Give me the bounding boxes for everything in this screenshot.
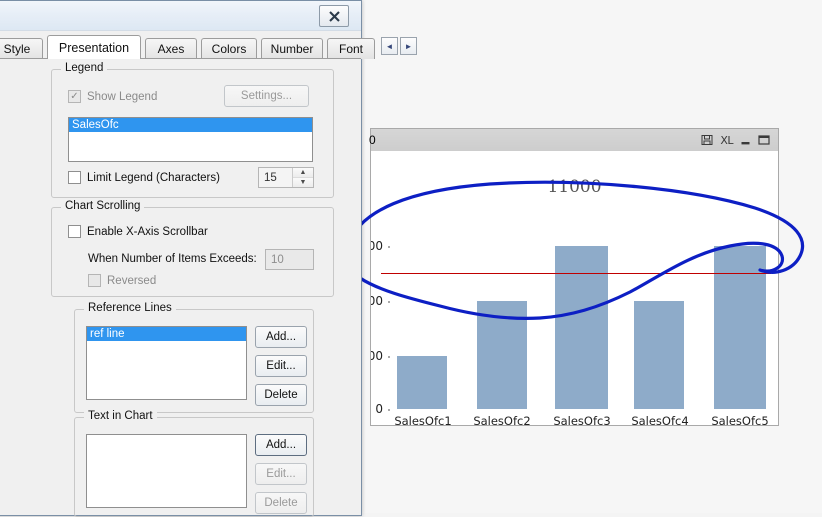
bar-salesofc3[interactable]: [555, 246, 608, 409]
tab-label: Style: [3, 42, 31, 56]
enable-x-axis-scrollbar-label: Enable X-Axis Scrollbar: [87, 225, 208, 238]
y-axis-tick-label: 00: [371, 349, 383, 363]
bar-salesofc1[interactable]: [397, 356, 447, 409]
text-in-chart-group-title: Text in Chart: [84, 410, 157, 422]
tab-label: Number: [270, 42, 314, 56]
button-label: Edit...: [266, 360, 296, 372]
button-label: Delete: [264, 497, 298, 509]
chart-properties-dialog: Sort Style Presentation Axes Colors Numb…: [0, 0, 417, 517]
checkbox-box: ✓: [68, 90, 81, 103]
tab-label: Font: [338, 42, 363, 56]
chart-window-titlebar[interactable]: 0 XL: [369, 129, 778, 152]
button-label: Add...: [265, 439, 297, 451]
reference-lines-listbox[interactable]: ref line: [86, 326, 247, 400]
tab-label: Colors: [211, 42, 247, 56]
text-in-chart-listbox[interactable]: [86, 434, 247, 508]
legend-group-title: Legend: [61, 62, 108, 74]
x-axis-tick-label: SalesOfc3: [553, 414, 611, 425]
limit-legend-checkbox[interactable]: Limit Legend (Characters): [68, 171, 220, 184]
list-item[interactable]: ref line: [87, 327, 246, 341]
presentation-tab-page: Legend ✓ Show Legend Settings... SalesOf…: [0, 58, 361, 517]
y-axis-tick-label: 00: [371, 294, 383, 308]
reference-lines-edit-button[interactable]: Edit...: [255, 355, 307, 377]
limit-legend-spinner[interactable]: 15 ▲ ▼: [258, 167, 314, 188]
chart-title: 11000: [547, 177, 602, 197]
show-legend-label: Show Legend: [87, 90, 158, 103]
text-in-chart-delete-button[interactable]: Delete: [255, 492, 307, 514]
x-axis-tick-label: SalesOfc5: [711, 414, 769, 425]
legend-listbox[interactable]: SalesOfc: [68, 117, 313, 162]
bar-salesofc2[interactable]: [477, 301, 527, 409]
button-label: Edit...: [266, 468, 296, 480]
checkbox-box: [88, 274, 101, 287]
y-axis-tick-mark: [388, 409, 390, 411]
limit-legend-value[interactable]: 15: [259, 168, 292, 187]
x-axis-tick-label: SalesOfc1: [394, 414, 452, 425]
reference-lines-group-title: Reference Lines: [84, 302, 176, 314]
button-label: Delete: [264, 389, 298, 401]
text-in-chart-add-button[interactable]: Add...: [255, 434, 307, 456]
legend-settings-label: Settings...: [240, 90, 293, 102]
list-item[interactable]: SalesOfc: [69, 118, 312, 132]
bar-salesofc5[interactable]: [714, 246, 766, 409]
x-axis-tick-label: SalesOfc4: [631, 414, 689, 425]
chart-plot-area: 11000 00 00 00 0 SalesOfc1 SalesOfc2 Sal…: [371, 151, 778, 425]
tab-presentation[interactable]: Presentation: [47, 35, 141, 59]
chart-scrolling-group: Chart Scrolling Enable X-Axis Scrollbar …: [51, 200, 334, 297]
tab-colors[interactable]: Colors: [201, 38, 257, 59]
chart-window-titlebar-buttons: XL: [701, 134, 778, 146]
reference-lines-group: Reference Lines ref line Add... Edit... …: [74, 302, 314, 413]
chart-scrolling-group-title: Chart Scrolling: [61, 200, 145, 212]
chart-window-title: 0: [369, 133, 376, 147]
y-axis-tick-label: 0: [375, 402, 383, 416]
y-axis-tick-mark: [388, 301, 390, 303]
dialog-titlebar[interactable]: [0, 1, 361, 31]
checkbox-box: [68, 171, 81, 184]
items-exceeds-input[interactable]: 10: [265, 249, 314, 270]
save-icon[interactable]: [701, 134, 713, 146]
tab-axes[interactable]: Axes: [145, 38, 197, 59]
spinner-down-icon[interactable]: ▼: [293, 178, 313, 187]
maximize-icon[interactable]: [758, 134, 770, 146]
bar-salesofc4[interactable]: [634, 301, 684, 409]
text-in-chart-edit-button[interactable]: Edit...: [255, 463, 307, 485]
tab-strip: Sort Style Presentation Axes Colors Numb…: [0, 35, 417, 59]
tab-label: Axes: [157, 42, 185, 56]
tab-number[interactable]: Number: [261, 38, 323, 59]
reference-lines-add-button[interactable]: Add...: [255, 326, 307, 348]
show-legend-checkbox[interactable]: ✓ Show Legend: [68, 90, 157, 103]
y-axis-tick-label: 00: [371, 239, 383, 253]
spinner-up-icon[interactable]: ▲: [293, 168, 313, 178]
legend-settings-button[interactable]: Settings...: [224, 85, 309, 107]
enable-x-axis-scrollbar-checkbox[interactable]: Enable X-Axis Scrollbar: [68, 225, 208, 238]
close-button[interactable]: [319, 5, 349, 27]
tab-scroll-left-button[interactable]: ◄: [381, 37, 398, 55]
export-excel-icon[interactable]: XL: [720, 135, 733, 146]
chevron-right-icon: ►: [404, 41, 413, 51]
spinner-arrows: ▲ ▼: [292, 168, 313, 187]
tab-scroll-right-button[interactable]: ►: [400, 37, 417, 55]
minimize-icon[interactable]: [740, 135, 751, 146]
limit-legend-label: Limit Legend (Characters): [87, 171, 220, 184]
tab-style[interactable]: Style: [0, 38, 43, 59]
close-icon: [328, 10, 340, 22]
x-axis-tick-label: SalesOfc2: [473, 414, 531, 425]
reversed-label: Reversed: [107, 274, 157, 287]
reference-line: [381, 273, 771, 274]
items-exceeds-value: 10: [271, 253, 284, 266]
tab-label: Presentation: [58, 40, 130, 55]
chart-window: 0 XL 11000 00 00 00 0 SalesOfc1 SalesOfc…: [369, 128, 779, 426]
items-exceeds-label: When Number of Items Exceeds:: [88, 253, 257, 265]
y-axis-tick-mark: [388, 356, 390, 358]
text-in-chart-group: Text in Chart Add... Edit... Delete: [74, 410, 314, 517]
button-label: Add...: [265, 331, 297, 343]
legend-group: Legend ✓ Show Legend Settings... SalesOf…: [51, 62, 334, 198]
checkbox-box: [68, 225, 81, 238]
tab-font[interactable]: Font: [327, 38, 375, 59]
reference-lines-delete-button[interactable]: Delete: [255, 384, 307, 406]
chevron-left-icon: ◄: [385, 41, 394, 51]
y-axis-tick-mark: [388, 246, 390, 248]
reversed-checkbox[interactable]: Reversed: [88, 274, 156, 287]
